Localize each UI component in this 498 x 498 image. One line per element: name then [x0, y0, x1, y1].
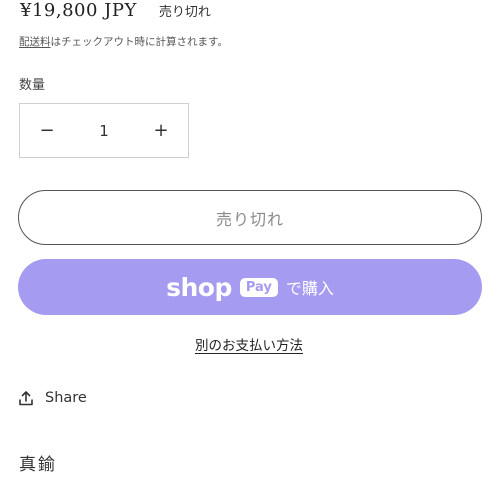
- shipping-note-text: はチェックアウト時に計算されます。: [50, 36, 228, 48]
- share-icon: [19, 390, 33, 406]
- shipping-note: 配送料はチェックアウト時に計算されます。: [19, 34, 228, 49]
- shop-pay-button[interactable]: shop Pay で購入: [18, 259, 482, 315]
- share-button[interactable]: Share: [19, 390, 87, 406]
- more-payment-options: 別のお支払い方法: [0, 334, 498, 354]
- pay-pill: Pay: [239, 277, 278, 297]
- quantity-label: 数量: [19, 78, 46, 93]
- buy-with-text: で購入: [285, 279, 334, 298]
- price-row: ¥19,800 JPY 売り切れ: [20, 0, 211, 21]
- shop-logo-text: shop: [166, 272, 232, 302]
- quantity-increase-button[interactable]: +: [134, 120, 188, 141]
- sold-out-button[interactable]: 売り切れ: [18, 190, 482, 245]
- quantity-value[interactable]: 1: [74, 122, 134, 140]
- section-title[interactable]: 真鍮: [19, 450, 57, 475]
- quantity-stepper: − 1 +: [19, 103, 189, 158]
- product-price: ¥19,800 JPY: [20, 0, 137, 21]
- sold-out-badge: 売り切れ: [158, 5, 211, 20]
- more-payment-link[interactable]: 別のお支払い方法: [195, 338, 303, 354]
- share-label: Share: [45, 390, 87, 406]
- quantity-decrease-button[interactable]: −: [20, 120, 74, 141]
- shipping-link[interactable]: 配送料: [19, 36, 51, 48]
